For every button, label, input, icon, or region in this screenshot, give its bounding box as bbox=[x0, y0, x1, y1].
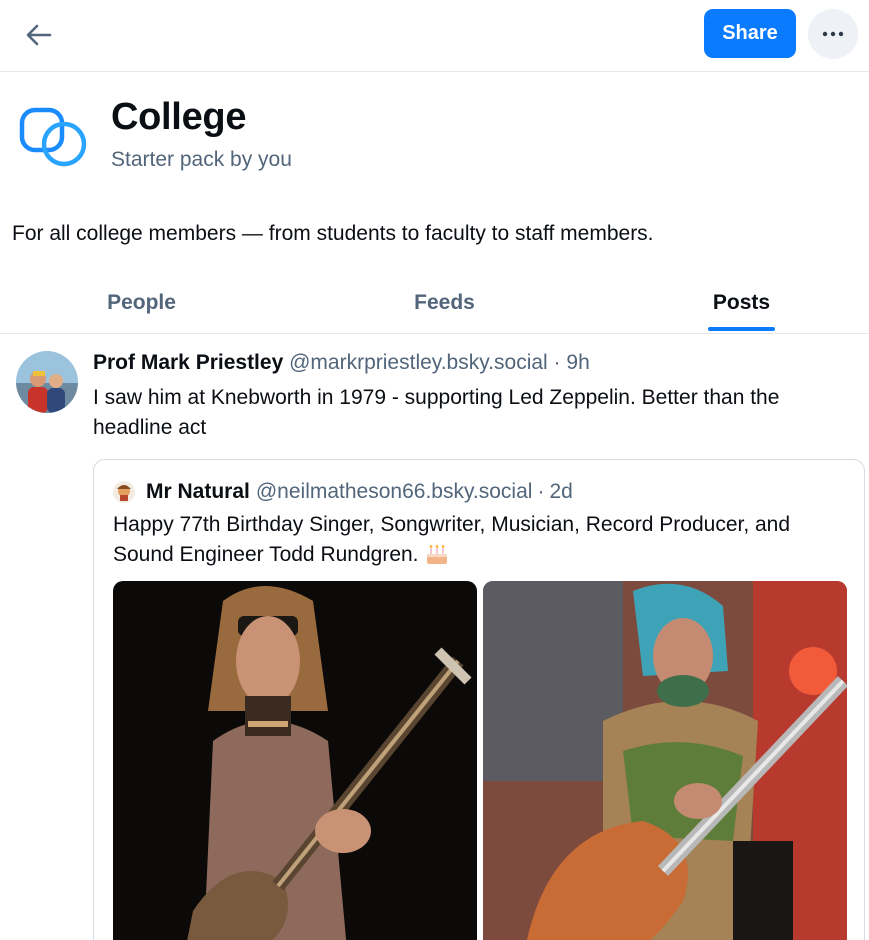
back-button[interactable] bbox=[18, 14, 60, 56]
quoted-post-body: Happy 77th Birthday Singer, Songwriter, … bbox=[113, 513, 791, 566]
more-options-button[interactable] bbox=[808, 9, 858, 59]
avatar[interactable] bbox=[16, 351, 78, 413]
quoted-post-header: Mr Natural @neilmatheson66.bsky.social ·… bbox=[113, 480, 573, 504]
active-tab-indicator bbox=[708, 327, 775, 331]
tab-posts[interactable]: Posts bbox=[600, 272, 869, 334]
post-image[interactable] bbox=[483, 581, 847, 940]
tab-bar: People Feeds Posts bbox=[0, 272, 869, 334]
post-header: Prof Mark Priestley @markrpriestley.bsky… bbox=[93, 351, 590, 375]
top-bar: Share bbox=[0, 0, 869, 72]
ellipsis-icon bbox=[822, 31, 844, 37]
author-handle[interactable]: @markrpriestley.bsky.social bbox=[289, 351, 548, 374]
quoted-author-name[interactable]: Mr Natural bbox=[146, 480, 250, 504]
pack-subtitle: Starter pack by you bbox=[111, 148, 292, 171]
post-text: I saw him at Knebworth in 1979 - support… bbox=[93, 386, 780, 439]
image-gallery bbox=[113, 581, 847, 940]
pack-description: For all college members — from students … bbox=[12, 222, 654, 245]
page-title: College bbox=[111, 96, 247, 138]
post-item[interactable]: Prof Mark Priestley @markrpriestley.bsky… bbox=[0, 335, 869, 940]
post-timestamp[interactable]: 9h bbox=[566, 351, 589, 374]
author-name[interactable]: Prof Mark Priestley bbox=[93, 351, 283, 374]
separator-dot: · bbox=[553, 351, 561, 374]
birthday-cake-icon bbox=[426, 545, 447, 564]
quoted-separator-dot: · bbox=[537, 480, 545, 503]
starter-pack-icon bbox=[18, 106, 88, 168]
share-button[interactable]: Share bbox=[704, 9, 796, 58]
tab-feeds[interactable]: Feeds bbox=[303, 272, 586, 334]
post-image[interactable] bbox=[113, 581, 477, 940]
quoted-post-text: Happy 77th Birthday Singer, Songwriter, … bbox=[113, 510, 853, 570]
quoted-avatar bbox=[113, 481, 135, 503]
arrow-left-icon bbox=[26, 24, 52, 46]
tab-people[interactable]: People bbox=[0, 272, 283, 334]
quoted-author-handle[interactable]: @neilmatheson66.bsky.social bbox=[256, 480, 533, 504]
quoted-post[interactable]: Mr Natural @neilmatheson66.bsky.social ·… bbox=[93, 459, 865, 940]
quoted-timestamp[interactable]: 2d bbox=[549, 480, 572, 504]
